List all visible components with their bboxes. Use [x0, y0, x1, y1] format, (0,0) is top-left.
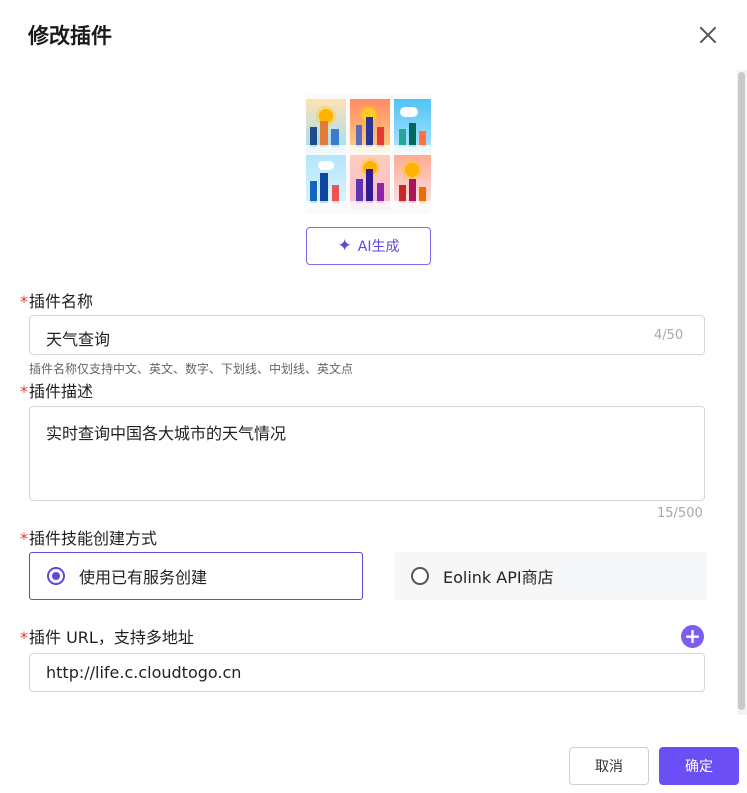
- cancel-button[interactable]: 取消: [569, 747, 649, 785]
- name-field-hint: 插件名称仅支持中文、英文、数字、下划线、中划线、英文点: [29, 362, 354, 376]
- plugin-url-input[interactable]: http://life.c.cloudtogo.cn: [29, 653, 705, 692]
- plugin-description-value: 实时查询中国各大城市的天气情况: [46, 424, 287, 443]
- thumb-tile: [350, 155, 390, 209]
- plugin-icon-image[interactable]: [306, 94, 431, 214]
- url-label-text: 插件 URL，支持多地址: [29, 628, 194, 647]
- name-label-text: 插件名称: [29, 292, 94, 311]
- thumb-tile: [394, 155, 431, 209]
- method-option-existing-service[interactable]: 使用已有服务创建: [29, 552, 363, 600]
- method-field-label: *插件技能创建方式: [20, 525, 157, 549]
- thumb-tile: [306, 99, 346, 153]
- method-label-text: 插件技能创建方式: [29, 529, 158, 548]
- ai-generate-label: AI生成: [357, 239, 400, 255]
- add-url-plus-icon[interactable]: +: [681, 625, 704, 648]
- desc-label-text: 插件描述: [29, 382, 94, 401]
- scrollbar-thumb[interactable]: [738, 72, 745, 710]
- plugin-name-input[interactable]: 天气查询 4/50: [29, 315, 705, 355]
- plugin-description-textarea[interactable]: 实时查询中国各大城市的天气情况: [29, 406, 705, 501]
- method-option-label: Eolink API商店: [443, 568, 554, 587]
- edit-plugin-dialog: 修改插件 ✦ AI生成 *插件名称 天气查询 4/50 插件名称仅支持中文、英文…: [0, 0, 747, 793]
- sparkle-icon: ✦: [337, 235, 352, 256]
- thumb-tile: [394, 99, 431, 153]
- confirm-button[interactable]: 确定: [659, 747, 739, 785]
- desc-char-counter: 15/500: [657, 506, 703, 521]
- required-mark: *: [20, 529, 28, 548]
- url-field-label: *插件 URL，支持多地址: [20, 624, 194, 648]
- plugin-name-value: 天气查询: [46, 330, 111, 349]
- plugin-url-value: http://life.c.cloudtogo.cn: [46, 663, 242, 682]
- required-mark: *: [20, 292, 28, 311]
- desc-field-label: *插件描述: [20, 378, 93, 402]
- radio-selected-icon[interactable]: [47, 567, 65, 585]
- name-field-label: *插件名称: [20, 288, 93, 312]
- required-mark: *: [20, 628, 28, 647]
- thumb-tile: [306, 155, 346, 209]
- method-option-eolink-store[interactable]: Eolink API商店: [394, 552, 707, 600]
- name-char-counter: 4/50: [654, 328, 684, 343]
- method-option-label: 使用已有服务创建: [79, 568, 208, 587]
- dialog-title: 修改插件: [28, 24, 112, 48]
- radio-unselected-icon[interactable]: [411, 567, 429, 585]
- thumb-tile: [350, 99, 390, 153]
- close-icon[interactable]: [694, 22, 722, 50]
- ai-generate-button[interactable]: ✦ AI生成: [306, 227, 431, 265]
- required-mark: *: [20, 382, 28, 401]
